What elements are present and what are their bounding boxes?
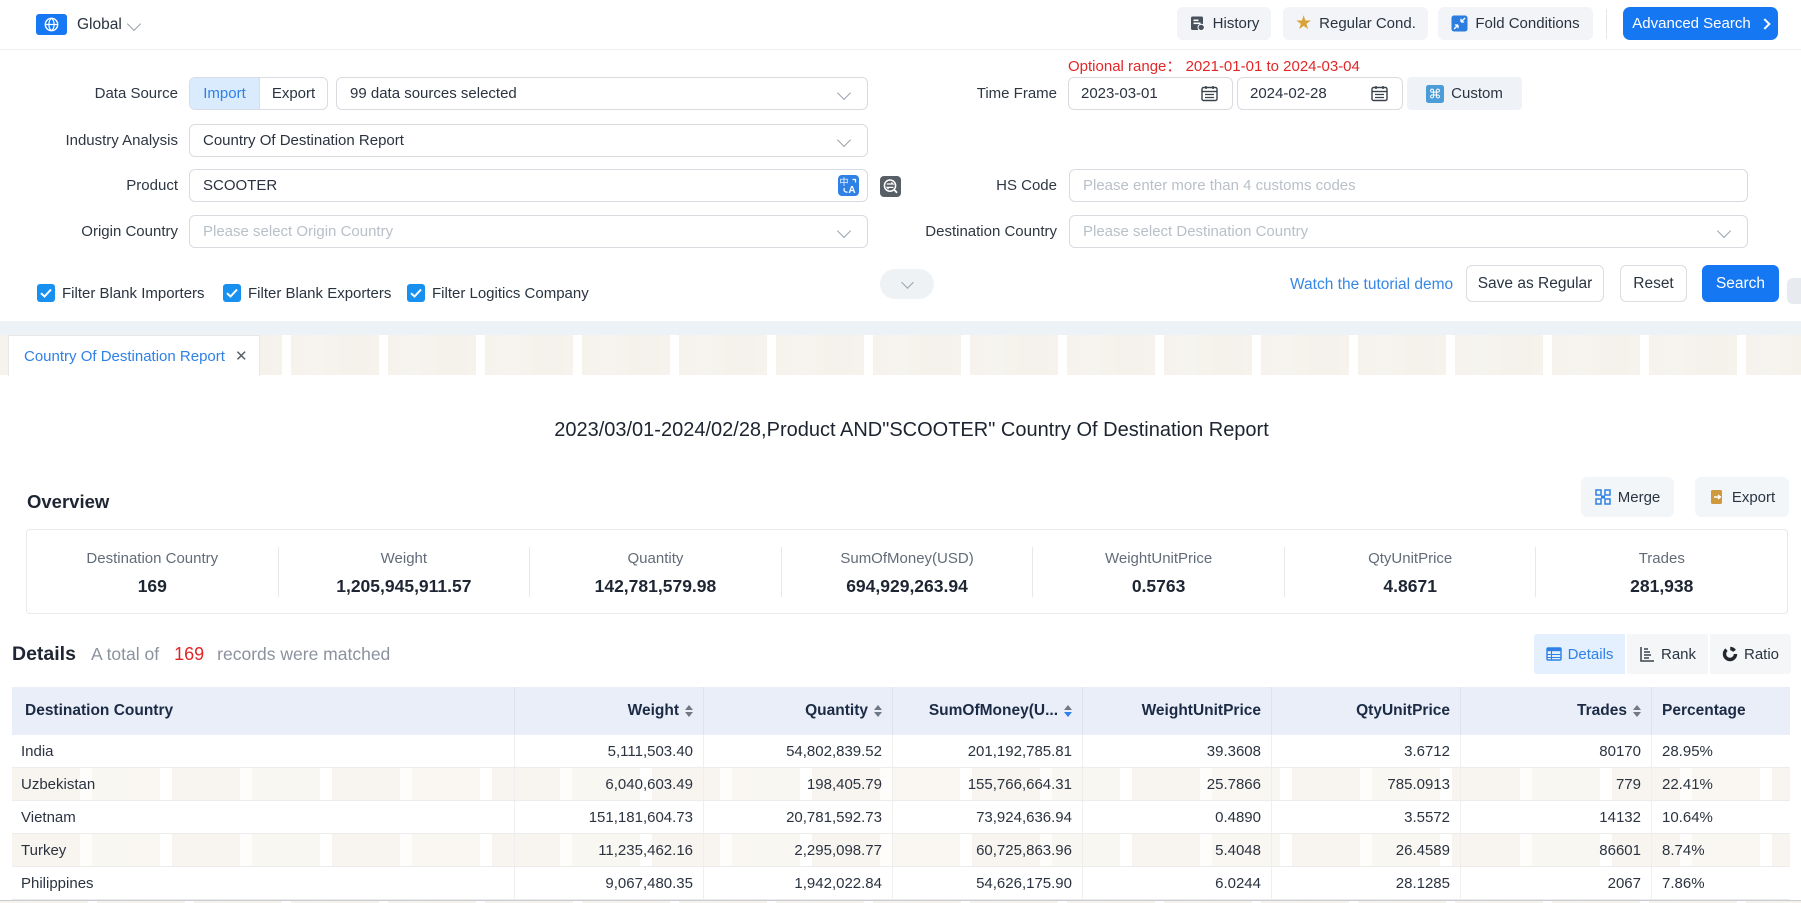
- svg-text:中: 中: [839, 176, 848, 187]
- svg-text:A: A: [848, 185, 855, 196]
- svg-text:⌘: ⌘: [1429, 86, 1442, 101]
